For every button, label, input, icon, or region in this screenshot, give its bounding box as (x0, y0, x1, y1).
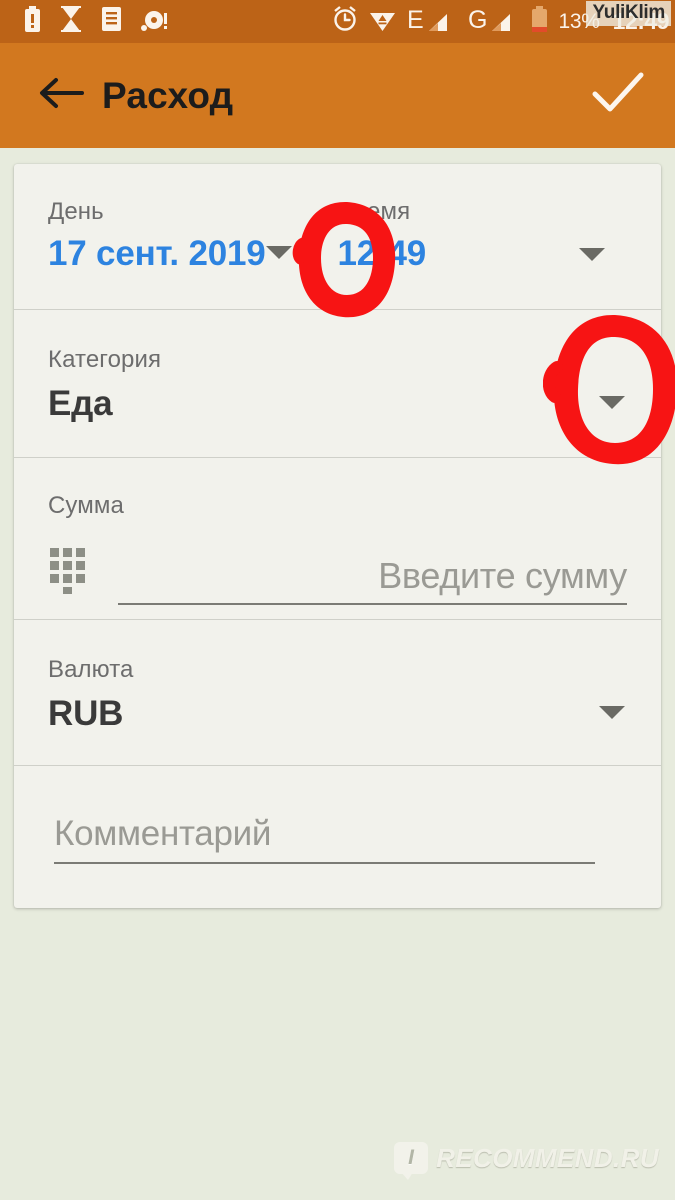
recommend-watermark: I RECOMMEND.RU (394, 1142, 659, 1180)
amount-placeholder: Введите сумму (378, 555, 627, 596)
uploader-watermark: YuliKlim (586, 1, 671, 26)
alarm-disc-icon (141, 6, 168, 37)
chevron-down-icon[interactable] (599, 706, 625, 719)
svg-text:G: G (468, 6, 487, 32)
amount-input[interactable]: Введите сумму (118, 555, 627, 605)
recommend-watermark-text: RECOMMEND.RU (436, 1142, 659, 1173)
amount-label: Сумма (48, 492, 124, 519)
row-date-time: День 17 сент. 2019 Время 12:49 (14, 164, 661, 310)
battery-icon (531, 6, 548, 37)
category-value: Еда (48, 384, 113, 423)
hourglass-icon (60, 6, 82, 37)
confirm-button[interactable] (589, 67, 647, 125)
amount-input-line: Введите сумму (48, 546, 627, 605)
currency-field[interactable]: Валюта RUB (14, 620, 661, 766)
status-bar-left-icons (24, 6, 168, 37)
chevron-down-icon[interactable] (265, 246, 292, 259)
category-field[interactable]: Категория Еда (14, 310, 661, 458)
amount-field: Сумма Введите сумму (14, 458, 661, 620)
gprs-signal-icon: G (468, 6, 520, 37)
page-title: Расход (102, 74, 234, 116)
app-bar: Расход (0, 43, 675, 148)
recommend-logo-icon: I (394, 1142, 429, 1180)
expense-form-card: День 17 сент. 2019 Время 12:49 Категория… (14, 164, 661, 908)
dialpad-icon[interactable] (48, 546, 88, 605)
comment-placeholder: Комментарий (54, 814, 272, 853)
edge-signal-icon: E (407, 6, 457, 37)
chevron-down-icon[interactable] (599, 396, 625, 409)
time-field[interactable]: Время 12:49 (338, 164, 628, 309)
svg-text:E: E (407, 6, 424, 32)
day-value: 17 сент. 2019 (48, 234, 266, 273)
comment-row: Комментарий (14, 766, 661, 908)
status-bar: E G 13% 12:49 YuliKlim (0, 0, 675, 43)
time-value: 12:49 (337, 234, 427, 273)
arrow-left-icon (38, 76, 84, 115)
currency-label: Валюта (48, 656, 134, 683)
day-field[interactable]: День 17 сент. 2019 (48, 164, 338, 309)
time-label: Время (337, 198, 411, 225)
currency-value: RUB (48, 694, 124, 733)
category-label: Категория (48, 346, 162, 373)
comment-input[interactable]: Комментарий (54, 814, 595, 864)
check-icon (591, 70, 645, 121)
document-icon (101, 6, 122, 37)
day-label: День (48, 198, 104, 225)
wifi-icon (369, 6, 396, 37)
back-button[interactable] (26, 76, 96, 115)
battery-alert-icon (24, 6, 41, 37)
chevron-down-icon[interactable] (579, 248, 605, 261)
alarm-clock-icon (332, 6, 358, 37)
